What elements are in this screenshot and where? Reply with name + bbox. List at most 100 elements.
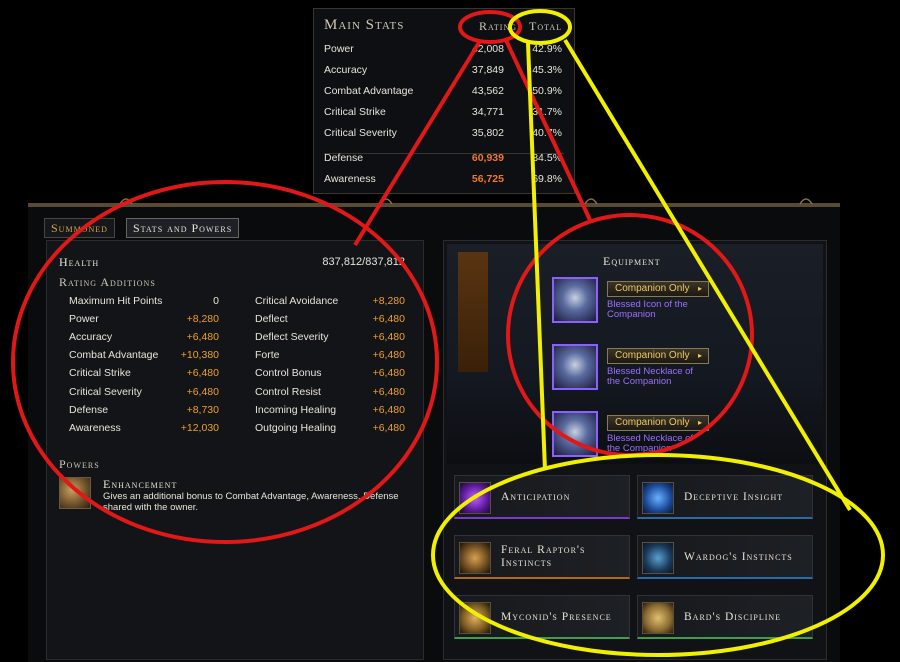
- stat-total: 42.9%: [532, 43, 562, 55]
- equipment-slot-icon[interactable]: [552, 277, 598, 323]
- equipment-title: Equipment: [603, 254, 661, 268]
- tab-stats-and-powers[interactable]: Stats and Powers: [126, 218, 240, 238]
- stat-rating: 35,802: [471, 127, 504, 139]
- rating-label: Defense: [69, 404, 109, 416]
- rating-value: +8,280: [186, 313, 219, 325]
- stat-rating: 56,725: [471, 173, 504, 185]
- rating-row: Control Resist +6,480: [255, 385, 405, 401]
- stat-label: Accuracy: [324, 64, 368, 76]
- rating-value: +6,480: [186, 331, 219, 343]
- companion-only-button[interactable]: Companion Only ▸: [607, 281, 709, 297]
- button-label: Companion Only: [615, 417, 690, 428]
- rating-row: Critical Avoidance +8,280: [255, 294, 405, 310]
- stat-row-accuracy: Accuracy 37,849 45.3%: [324, 62, 564, 80]
- companion-only-button[interactable]: Companion Only ▸: [607, 415, 709, 431]
- equipment-item-name: Blessed Icon of the Companion: [607, 299, 688, 320]
- rating-row: Maximum Hit Points 0: [69, 294, 219, 310]
- rating-label: Forte: [255, 349, 280, 361]
- rating-row: Outgoing Healing +6,480: [255, 421, 405, 437]
- boon-label: Myconid's Presence: [501, 610, 612, 623]
- stat-total: 31.7%: [532, 106, 562, 118]
- health-value: 837,812/837,812: [322, 256, 405, 268]
- equipment-slot-icon[interactable]: [552, 344, 598, 390]
- stat-total: 69.8%: [532, 173, 562, 185]
- rating-row: Forte +6,480: [255, 348, 405, 364]
- rating-value: +8,280: [372, 295, 405, 307]
- rating-value: +6,480: [372, 331, 405, 343]
- rating-label: Deflect: [255, 313, 288, 325]
- rating-row: Deflect Severity +6,480: [255, 330, 405, 346]
- rating-value: +6,480: [186, 367, 219, 379]
- boon-bards-discipline[interactable]: Bard's Discipline: [637, 595, 813, 639]
- powers-label: Powers: [59, 457, 100, 471]
- rating-row: Incoming Healing +6,480: [255, 403, 405, 419]
- rating-label: Incoming Healing: [255, 404, 337, 416]
- rating-row: Power +8,280: [69, 312, 219, 328]
- rating-row: Deflect +6,480: [255, 312, 405, 328]
- rating-value: +6,480: [372, 386, 405, 398]
- stat-label: Critical Strike: [324, 106, 386, 118]
- boon-wardogs-instincts[interactable]: Wardog's Instincts: [637, 535, 813, 579]
- stat-row-defense: Defense 60,939 84.5%: [324, 150, 564, 168]
- rating-row: Critical Severity +6,480: [69, 385, 219, 401]
- boon-myconids-presence[interactable]: Myconid's Presence: [454, 595, 630, 639]
- rating-label: Awareness: [69, 422, 121, 434]
- banner-decoration: [458, 252, 488, 372]
- main-stats-title: Main Stats: [324, 17, 405, 33]
- stat-total: 45.3%: [532, 64, 562, 76]
- boon-label: Deceptive Insight: [684, 490, 784, 503]
- equipment-slot-icon[interactable]: [552, 411, 598, 457]
- rating-row: Control Bonus +6,480: [255, 366, 405, 382]
- stat-rating: 43,562: [471, 85, 504, 97]
- rating-label: Maximum Hit Points: [69, 295, 163, 307]
- stat-rating: 34,771: [471, 106, 504, 118]
- rating-label: Critical Strike: [69, 367, 131, 379]
- stat-label: Defense: [324, 152, 364, 164]
- rating-additions-label: Rating Additions: [59, 275, 156, 289]
- rating-label: Deflect Severity: [255, 331, 329, 343]
- stat-row-critical-strike: Critical Strike 34,771 31.7%: [324, 104, 564, 122]
- power-name: Enhancement: [103, 477, 178, 491]
- rating-value: 0: [213, 295, 219, 307]
- total-column-header: Total: [529, 19, 563, 33]
- boon-anticipation[interactable]: Anticipation: [454, 475, 630, 519]
- equipment-item-name: Blessed Necklace of the Companion: [607, 366, 694, 387]
- stat-total: 50.9%: [532, 85, 562, 97]
- rating-value: +6,480: [372, 404, 405, 416]
- feral-raptor-icon: [459, 542, 491, 574]
- tab-summoned[interactable]: Summoned: [44, 218, 115, 238]
- rating-value: +6,480: [372, 367, 405, 379]
- rating-label: Combat Advantage: [69, 349, 159, 361]
- health-label: Health: [59, 255, 100, 269]
- rating-value: +6,480: [372, 313, 405, 325]
- stat-rating: 42,008: [471, 43, 504, 55]
- boon-deceptive-insight[interactable]: Deceptive Insight: [637, 475, 813, 519]
- stat-total: 40.7%: [532, 127, 562, 139]
- rating-label: Critical Severity: [69, 386, 142, 398]
- stat-row-awareness: Awareness 56,725 69.8%: [324, 171, 564, 189]
- rating-value: +6,480: [372, 349, 405, 361]
- rating-value: +10,380: [180, 349, 219, 361]
- stat-total: 84.5%: [532, 152, 562, 164]
- rating-label: Control Bonus: [255, 367, 322, 379]
- stat-rating: 60,939: [471, 152, 504, 164]
- rating-value: +6,480: [186, 386, 219, 398]
- stat-label: Critical Severity: [324, 127, 397, 139]
- enhancement-power-icon[interactable]: [59, 477, 91, 509]
- bards-discipline-icon: [642, 602, 674, 634]
- rating-value: +12,030: [180, 422, 219, 434]
- button-label: Companion Only: [615, 283, 690, 294]
- equipment-item-name: Blessed Necklace of the Companion: [607, 433, 694, 454]
- boon-label: Feral Raptor's Instincts: [501, 544, 586, 569]
- companion-only-button[interactable]: Companion Only ▸: [607, 348, 709, 364]
- rating-row: Awareness +12,030: [69, 421, 219, 437]
- power-description: Gives an additional bonus to Combat Adva…: [103, 491, 399, 513]
- wardog-icon: [642, 542, 674, 574]
- stat-label: Combat Advantage: [324, 85, 414, 97]
- rating-row: Defense +8,730: [69, 403, 219, 419]
- stats-panel: Health 837,812/837,812 Rating Additions …: [46, 240, 424, 660]
- rating-label: Outgoing Healing: [255, 422, 337, 434]
- rating-label: Accuracy: [69, 331, 113, 343]
- stat-rating: 37,849: [471, 64, 504, 76]
- boon-feral-raptors-instincts[interactable]: Feral Raptor's Instincts: [454, 535, 630, 579]
